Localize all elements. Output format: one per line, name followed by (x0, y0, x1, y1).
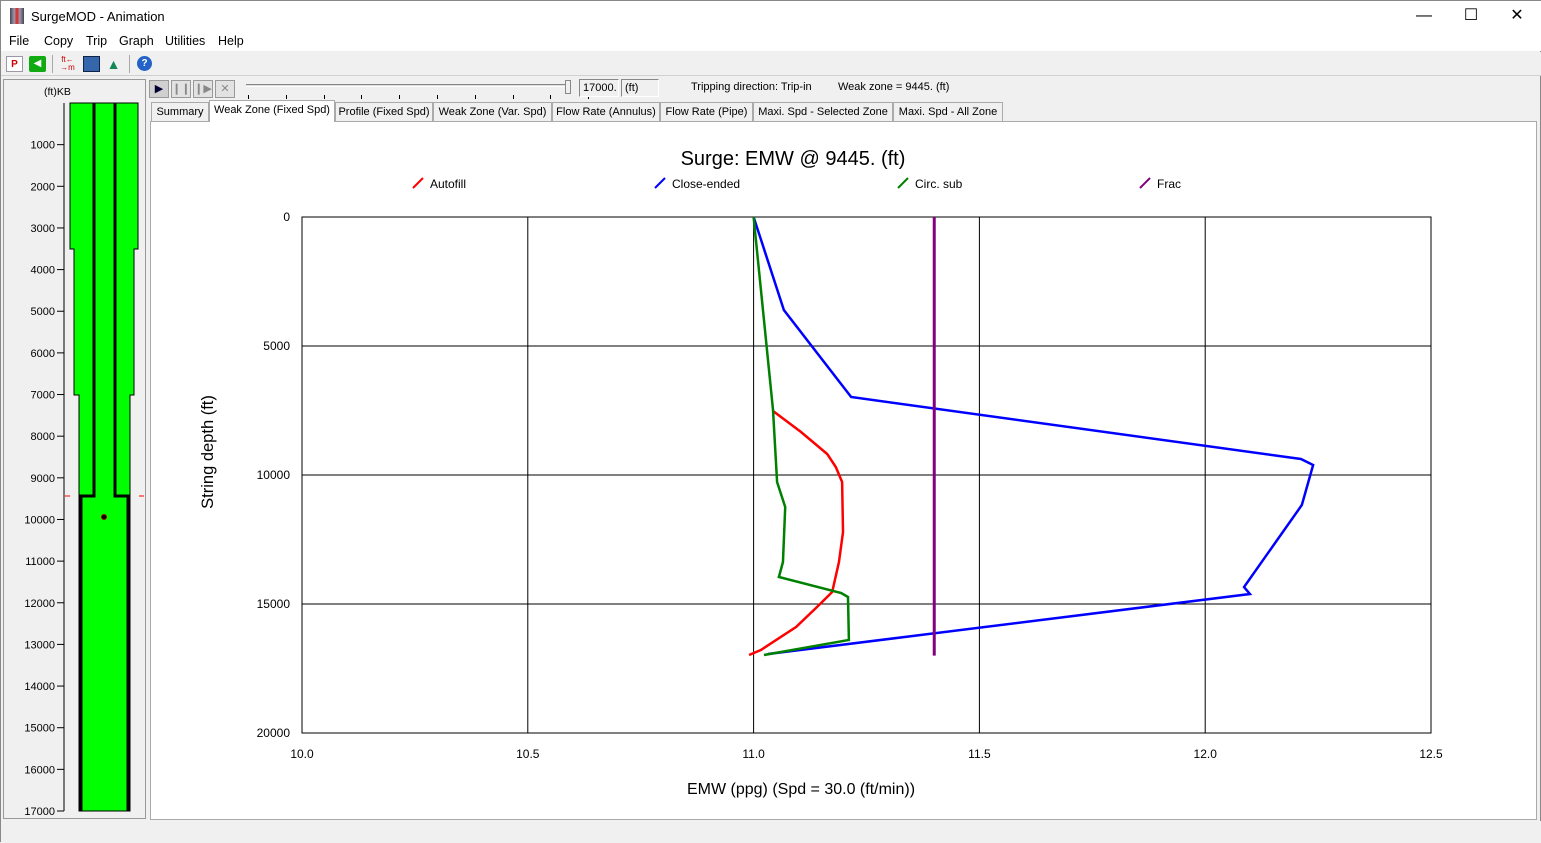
chart-panel: Surge: EMW @ 9445. (ft) Autofill Close-en… (150, 121, 1537, 820)
title-bar: SurgeMOD - Animation — ☐ ✕ (1, 1, 1541, 31)
tab-weak-zone-var-spd[interactable]: Weak Zone (Var. Spd) (433, 102, 552, 121)
menu-file[interactable]: File (9, 34, 29, 48)
depth-tick-label: 10000 (24, 514, 55, 526)
slider-tick (324, 95, 325, 99)
step-button[interactable]: ❙▶ (193, 80, 213, 98)
y-tick-label: 5000 (263, 339, 290, 353)
x-axis-label: EMW (ppg) (Spd = 30.0 (ft/min)) (687, 781, 915, 798)
slider-tick (475, 95, 476, 99)
legend-label: Close-ended (672, 177, 740, 191)
slider-tick (248, 95, 249, 99)
x-tick-label: 12.5 (1419, 747, 1443, 761)
legend-label: Circ. sub (915, 177, 963, 191)
depth-slider-thumb[interactable] (565, 80, 571, 94)
report-icon[interactable]: P (6, 56, 23, 72)
y-tick-label: 10000 (257, 468, 291, 482)
toolbar-separator (129, 55, 130, 73)
bit-position-marker (102, 515, 107, 520)
depth-tick-label: 17000 (24, 806, 55, 818)
series-line-circ-sub (754, 217, 849, 655)
legend-swatch (413, 178, 423, 188)
depth-tick-label: 3000 (31, 223, 55, 235)
minimize-button[interactable]: — (1401, 1, 1447, 31)
menu-copy[interactable]: Copy (44, 34, 73, 48)
maximize-button[interactable]: ☐ (1448, 1, 1494, 31)
depth-tick-label: 5000 (31, 306, 55, 318)
depth-slider[interactable] (246, 84, 566, 87)
y-tick-label: 20000 (257, 726, 291, 740)
surge-chart: Surge: EMW @ 9445. (ft) Autofill Close-en… (151, 122, 1536, 819)
units-ft-m-icon[interactable]: ft←→m (59, 56, 76, 72)
x-tick-label: 11.0 (742, 747, 765, 761)
menu-utilities[interactable]: Utilities (165, 34, 205, 48)
x-tick-label: 12.0 (1194, 747, 1218, 761)
status-bar (1, 821, 1541, 843)
slider-tick (399, 95, 400, 99)
x-tick-label: 10.5 (516, 747, 540, 761)
legend-swatch (655, 178, 665, 188)
legend-swatch (898, 178, 908, 188)
tab-weak-zone-fixed-spd[interactable]: Weak Zone (Fixed Spd) (209, 100, 335, 122)
depth-tick-label: 15000 (24, 723, 55, 735)
menu-bar: File Copy Trip Graph Utilities Help (1, 31, 1541, 51)
help-icon[interactable]: ? (137, 56, 152, 71)
depth-tick-label: 16000 (24, 764, 55, 776)
tab-profile-fixed-spd[interactable]: Profile (Fixed Spd) (335, 102, 433, 121)
slider-tick (550, 95, 551, 99)
tripping-direction: Tripping direction: Trip-in (691, 81, 812, 93)
depth-unit-field: (ft) (621, 79, 659, 97)
y-tick-label: 15000 (257, 597, 291, 611)
tab-maxi-spd-all-zone[interactable]: Maxi. Spd - All Zone (893, 102, 1003, 121)
depth-tick-label: 7000 (31, 390, 55, 402)
depth-tick-label: 9000 (31, 473, 55, 485)
series-line-autofill (749, 411, 843, 655)
menu-graph[interactable]: Graph (119, 34, 154, 48)
depth-unit-label: (ft)KB (44, 86, 71, 98)
depth-value-field[interactable]: 17000. (579, 79, 619, 97)
series-line-close-ended (754, 217, 1314, 654)
depth-tick-label: 8000 (31, 431, 55, 443)
menu-help[interactable]: Help (218, 34, 244, 48)
depth-tick-label: 1000 (31, 140, 55, 152)
legend-label: Autofill (430, 177, 466, 191)
close-button[interactable]: ✕ (1494, 1, 1540, 31)
calculator-icon[interactable] (83, 56, 100, 72)
app-icon (10, 8, 24, 24)
depth-tick-label: 11000 (25, 556, 55, 568)
menu-trip[interactable]: Trip (86, 34, 107, 48)
depth-tick-label: 13000 (24, 639, 55, 651)
depth-tick-label: 4000 (31, 265, 55, 277)
y-axis-label: String depth (ft) (199, 395, 217, 509)
depth-tick-label: 14000 (24, 681, 55, 693)
pause-button[interactable]: ❙❙ (171, 80, 191, 98)
window-title: SurgeMOD - Animation (31, 9, 165, 24)
slider-tick (513, 95, 514, 99)
depth-tick-label: 6000 (31, 348, 55, 360)
tab-summary[interactable]: Summary (151, 102, 209, 121)
y-tick-label: 0 (283, 210, 290, 224)
tab-flow-rate-pipe[interactable]: Flow Rate (Pipe) (660, 102, 753, 121)
tab-flow-rate-annulus[interactable]: Flow Rate (Annulus) (552, 102, 660, 121)
toolbar-separator (52, 55, 53, 73)
toolbar: P ◀ ft←→m ▲ ? (1, 52, 1541, 76)
tab-maxi-spd-selected-zone[interactable]: Maxi. Spd - Selected Zone (753, 102, 893, 121)
back-icon[interactable]: ◀ (29, 56, 46, 72)
stop-button[interactable]: ✕ (215, 80, 235, 98)
slider-tick (437, 95, 438, 99)
wellbore-panel: (ft)KB 1000 2000 3000 4000 5000 6000 7000 8000 9… (3, 79, 146, 819)
play-button[interactable]: ▶ (149, 80, 169, 98)
wellbore-diagram: (ft)KB 1000 2000 3000 4000 5000 6000 7000 8000 9… (4, 80, 145, 818)
x-tick-label: 10.0 (290, 747, 314, 761)
legend-label: Frac (1157, 177, 1181, 191)
animation-icon[interactable]: ▲ (105, 56, 122, 72)
legend-swatch (1140, 178, 1150, 188)
x-tick-label: 11.5 (968, 747, 991, 761)
depth-tick-label: 2000 (31, 181, 55, 193)
depth-tick-label: 12000 (24, 598, 55, 610)
weak-zone-info: Weak zone = 9445. (ft) (838, 81, 949, 93)
chart-title: Surge: EMW @ 9445. (ft) (681, 148, 906, 170)
slider-tick (361, 95, 362, 99)
slider-tick (286, 95, 287, 99)
